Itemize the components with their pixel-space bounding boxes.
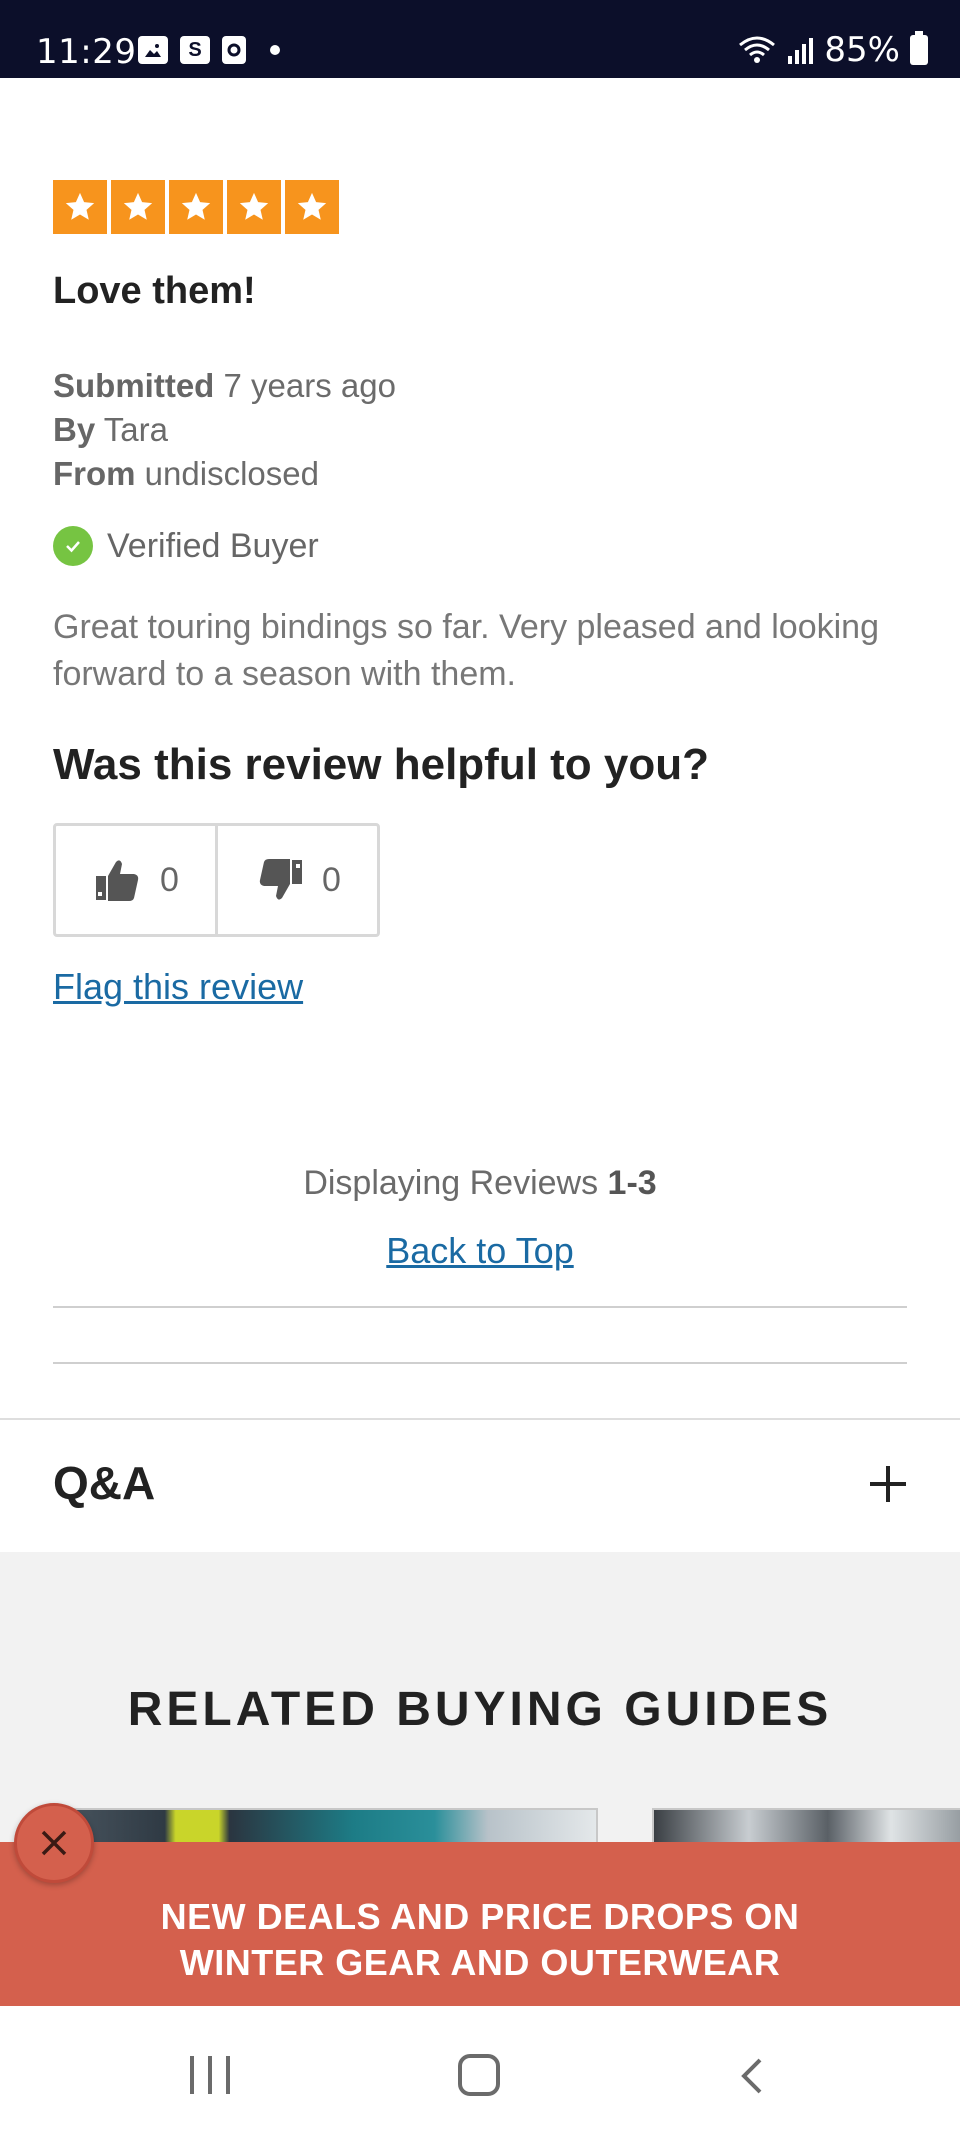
displaying-range: 1-3 <box>607 1164 657 1202</box>
battery-icon <box>910 31 928 65</box>
submitted-value: 7 years ago <box>223 367 396 404</box>
back-button[interactable] <box>736 2056 768 2096</box>
promo-text: NEW DEALS AND PRICE DROPS ON WINTER GEAR… <box>0 1894 960 1986</box>
status-notification-icons: S <box>138 36 280 64</box>
qa-heading: Q&A <box>53 1457 156 1509</box>
star-icon <box>169 180 223 234</box>
verified-label: Verified Buyer <box>107 526 319 565</box>
plus-icon[interactable] <box>870 1466 906 1502</box>
flag-review-link[interactable]: Flag this review <box>53 966 303 1008</box>
promo-line-1: NEW DEALS AND PRICE DROPS ON <box>160 1896 800 1937</box>
helpful-question: Was this review helpful to you? <box>53 740 710 789</box>
s-app-icon-label: S <box>188 38 202 61</box>
recent-apps-button[interactable] <box>190 2056 230 2094</box>
thumbs-up-icon <box>96 860 139 901</box>
thumbs-up-button[interactable]: 0 <box>56 826 215 934</box>
status-system-icons: 85% <box>738 30 928 70</box>
status-time: 11:29 <box>36 32 137 72</box>
notification-icon <box>222 36 246 64</box>
verified-buyer-badge: Verified Buyer <box>53 526 319 566</box>
author-name: Tara <box>103 411 168 448</box>
submitted-line: Submitted 7 years ago <box>53 364 396 408</box>
signal-icon <box>788 38 814 64</box>
by-label: By <box>53 411 96 448</box>
android-nav-bar <box>0 2006 960 2133</box>
status-bar: 11:29 S 85% <box>0 0 960 78</box>
star-rating <box>53 180 339 234</box>
s-app-icon: S <box>180 36 210 64</box>
back-to-top: Back to Top <box>0 1230 960 1272</box>
battery-percent: 85% <box>824 30 900 70</box>
review-title: Love them! <box>53 270 256 312</box>
home-button[interactable] <box>458 2054 500 2096</box>
promo-line-2: WINTER GEAR AND OUTERWEAR <box>179 1942 781 1983</box>
star-icon <box>227 180 281 234</box>
thumbs-down-icon <box>259 859 303 900</box>
review-body: Great touring bindings so far. Very plea… <box>53 608 879 693</box>
back-to-top-link[interactable]: Back to Top <box>386 1230 573 1271</box>
review-meta: Submitted 7 years ago By Tara From undis… <box>53 364 396 496</box>
qa-accordion[interactable]: Q&A <box>0 1420 960 1552</box>
close-icon <box>41 1830 67 1856</box>
gallery-icon <box>138 36 168 64</box>
location-line: From undisclosed <box>53 452 396 496</box>
location-value: undisclosed <box>144 455 319 492</box>
thumbs-down-button[interactable]: 0 <box>215 826 377 934</box>
downvote-count: 0 <box>322 860 341 899</box>
close-promo-button[interactable] <box>14 1803 94 1883</box>
divider <box>53 1362 907 1364</box>
upvote-count: 0 <box>160 860 179 899</box>
divider <box>53 1306 907 1308</box>
submitted-label: Submitted <box>53 367 215 404</box>
related-guides-title: RELATED BUYING GUIDES <box>127 1683 833 1736</box>
star-icon <box>285 180 339 234</box>
wifi-icon <box>739 36 776 63</box>
check-circle-icon <box>53 526 93 566</box>
author-line: By Tara <box>53 408 396 452</box>
promo-banner[interactable]: NEW DEALS AND PRICE DROPS ON WINTER GEAR… <box>0 1842 960 2006</box>
from-label: From <box>53 455 136 492</box>
helpful-vote-group: 0 0 <box>53 823 380 937</box>
star-icon <box>53 180 107 234</box>
displaying-reviews: Displaying Reviews 1-3 <box>0 1164 960 1203</box>
star-icon <box>111 180 165 234</box>
displaying-label: Displaying Reviews <box>303 1164 599 1202</box>
more-notifications-dot <box>270 45 280 55</box>
